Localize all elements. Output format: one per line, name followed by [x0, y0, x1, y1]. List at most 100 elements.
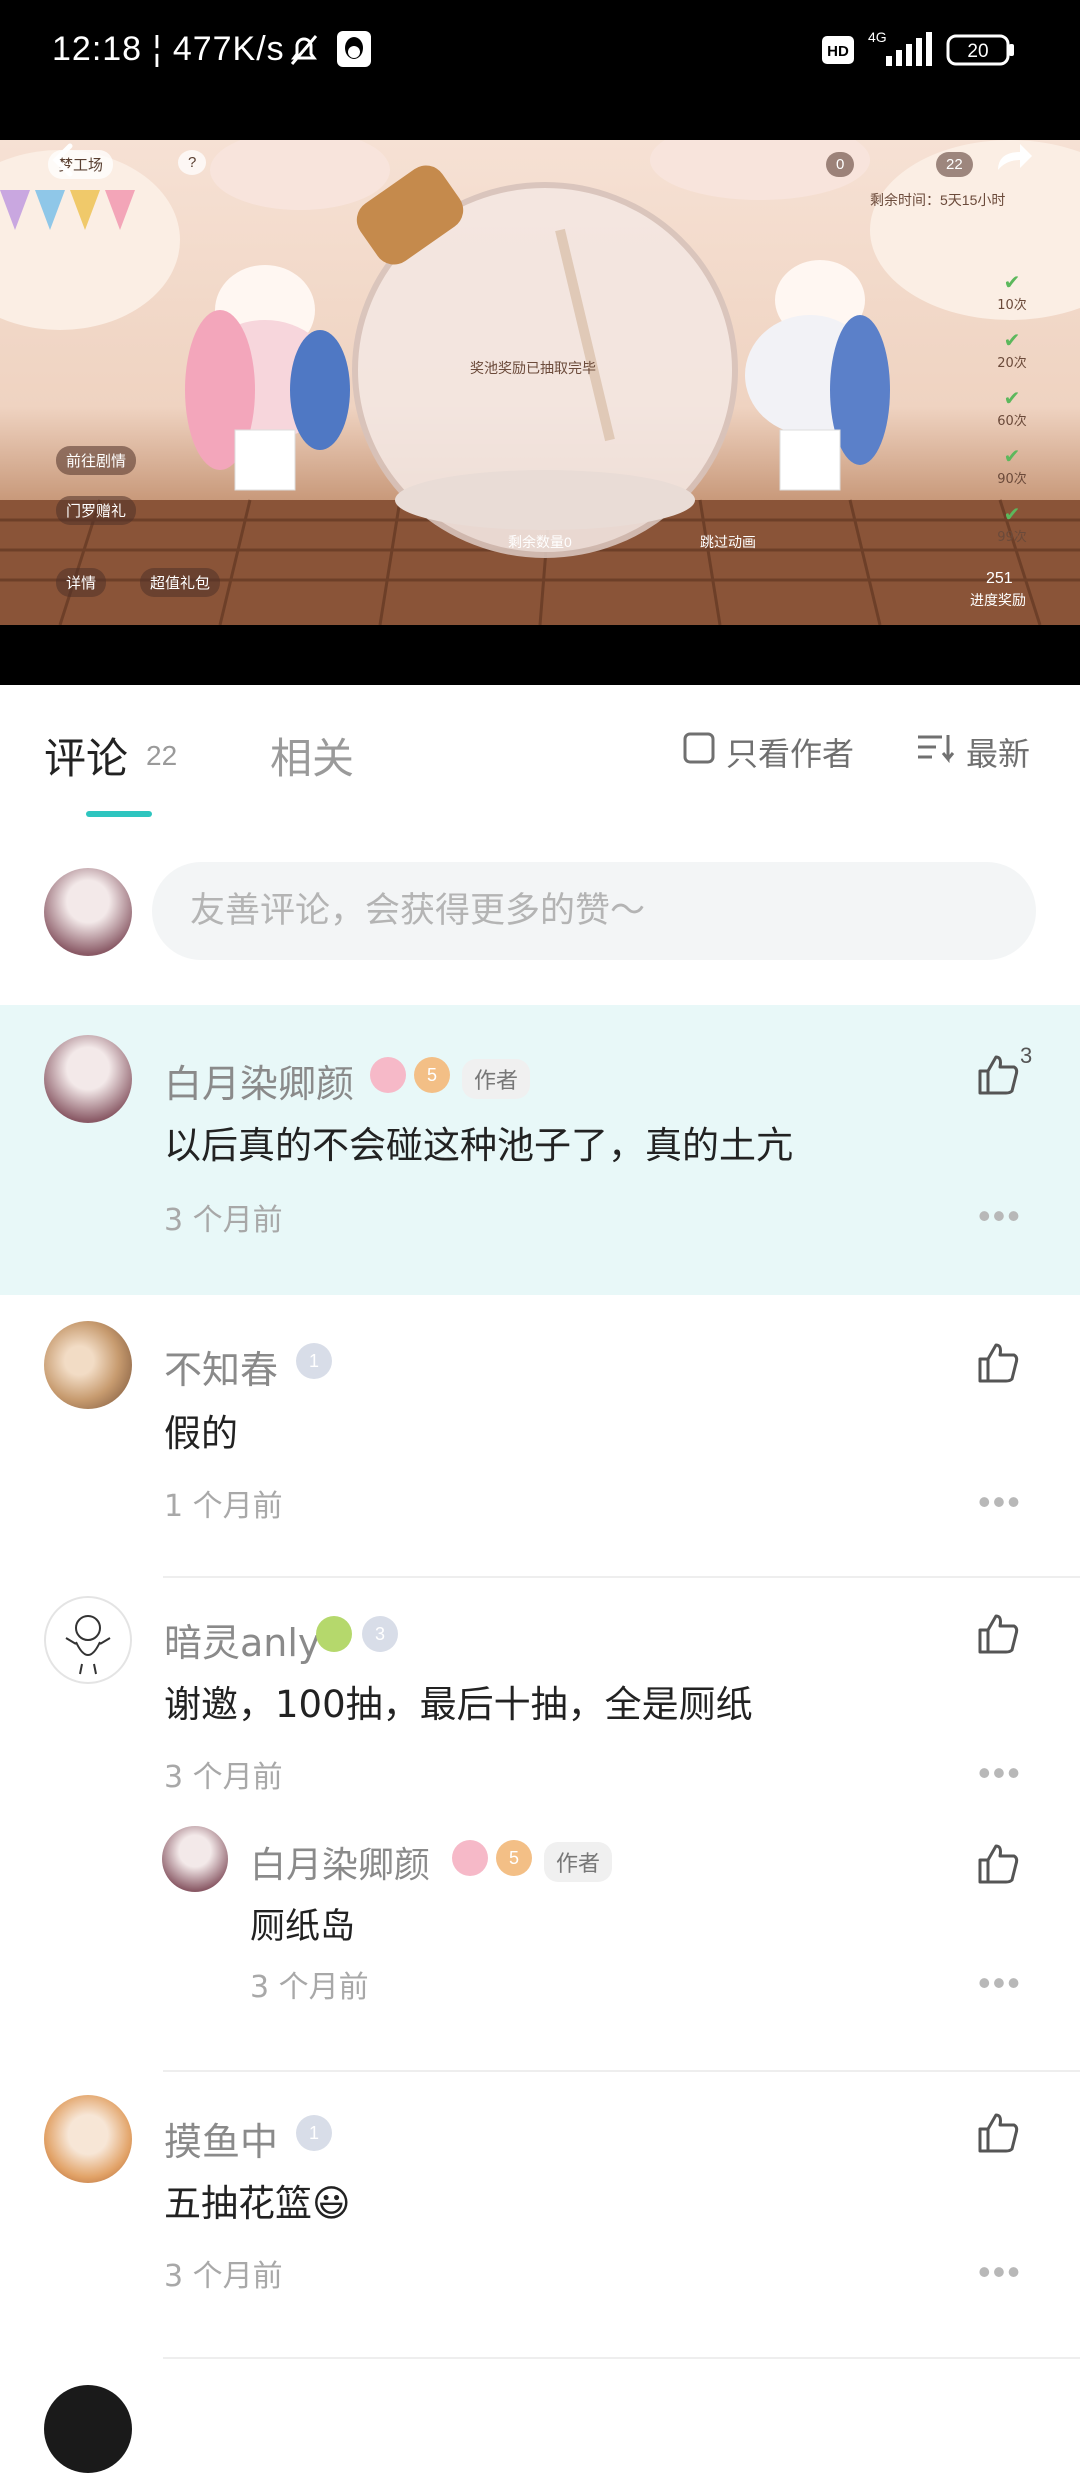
- progress-label: 进度奖励: [970, 592, 1026, 608]
- more-icon[interactable]: •••: [978, 1962, 1022, 2004]
- level-badge: 5: [414, 1057, 450, 1093]
- comment-text: 假的: [164, 1412, 238, 1455]
- milestone-item: ✔ 90次: [997, 444, 1027, 487]
- sketch-figure-icon: [65, 1615, 111, 1675]
- svg-text:4G: 4G: [868, 29, 887, 45]
- milestone-item: ✔ 20次: [997, 328, 1027, 371]
- milestone-list: ✔ 10次 ✔ 20次 ✔ 60次 ✔ 90次 ✔ 99次: [982, 270, 1042, 560]
- more-icon[interactable]: •••: [978, 1752, 1022, 1794]
- comment-text: 谢邀，100抽，最后十抽，全是厕纸: [164, 1683, 753, 1726]
- comment-item: 不知春 1 假的 1 个月前 •••: [0, 1295, 1080, 1585]
- author-only-filter[interactable]: 只看作者: [682, 729, 854, 775]
- qq-icon: [336, 30, 372, 73]
- svg-text:20: 20: [967, 41, 988, 62]
- commenter-name[interactable]: 摸鱼中: [164, 2111, 278, 2166]
- reply-item: 白月染卿颜 5 作者 厕纸岛 3 个月前 •••: [0, 1820, 1080, 2020]
- emoji-badge-icon: [316, 1616, 352, 1652]
- video-top-bar: [0, 100, 1080, 140]
- comment-time: 1 个月前: [164, 1489, 283, 1524]
- video-player[interactable]: 梦工场 ? 0 22 剩余时间：5天15小时 奖池奖励已抽取完毕 剩余数量0 跳…: [0, 140, 1080, 625]
- video-scene-art: [0, 140, 1080, 625]
- mute-bell-icon: [284, 30, 324, 75]
- comment-item: 暗灵anly 3 谢邀，100抽，最后十抽，全是厕纸 3 个月前 ••• 白月染…: [0, 1580, 1080, 2140]
- pack-button[interactable]: 超值礼包: [140, 568, 221, 597]
- commenter-name[interactable]: 白月染卿颜: [250, 1836, 430, 1888]
- like-icon[interactable]: [976, 2111, 1020, 2155]
- level-badge: 1: [296, 2115, 332, 2151]
- sort-icon: [916, 731, 956, 773]
- remaining-count: 剩余数量0: [508, 534, 572, 550]
- commenter-name[interactable]: 暗灵anly: [164, 1612, 320, 1667]
- like-icon[interactable]: [976, 1612, 1020, 1656]
- coin-a-counter: 0: [826, 152, 855, 177]
- share-icon[interactable]: [990, 140, 1034, 188]
- time-left: 剩余时间：5天15小时: [870, 192, 1006, 208]
- milestone-item: ✔ 60次: [997, 386, 1027, 429]
- skip-animation[interactable]: 跳过动画: [700, 532, 756, 552]
- divider: [163, 1576, 1080, 1578]
- level-badge: 3: [362, 1616, 398, 1652]
- milestone-item: ✔ 10次: [997, 270, 1027, 313]
- back-arrow-icon[interactable]: [44, 140, 84, 184]
- avatar[interactable]: [44, 2095, 132, 2183]
- tab-bar: 评论 22 相关 只看作者 最新: [0, 685, 1080, 817]
- like-icon[interactable]: [976, 1842, 1020, 1886]
- checkbox-icon[interactable]: [682, 731, 716, 773]
- avatar[interactable]: [44, 1596, 132, 1684]
- comment-time: 3 个月前: [164, 2259, 283, 2294]
- tab-comments[interactable]: 评论: [44, 725, 128, 786]
- avatar[interactable]: [162, 1826, 228, 1892]
- pool-status: 奖池奖励已抽取完毕: [470, 360, 596, 376]
- divider: [163, 2070, 1080, 2072]
- comment-text: 厕纸岛: [250, 1907, 356, 1947]
- video-bottom-bar: [0, 625, 1080, 685]
- tab-related[interactable]: 相关: [270, 725, 354, 786]
- badge-icon: [452, 1840, 488, 1876]
- more-icon[interactable]: •••: [978, 1481, 1022, 1523]
- comments-count: 22: [146, 740, 178, 771]
- gift-button[interactable]: 门罗赠礼: [56, 496, 137, 525]
- active-tab-indicator: [86, 811, 152, 817]
- comment-item: 摸鱼中 1 五抽花篮😃 3 个月前 •••: [0, 2075, 1080, 2365]
- badge-icon: [370, 1057, 406, 1093]
- more-icon[interactable]: •••: [978, 2251, 1022, 2293]
- detail-button[interactable]: 详情: [56, 568, 107, 597]
- status-time: 12:18 ¦ 477K/s: [52, 30, 285, 68]
- svg-text:HD: HD: [827, 43, 849, 60]
- author-tag: 作者: [544, 1842, 613, 1882]
- status-bar: 12:18 ¦ 477K/s HD 4G 20: [0, 0, 1080, 100]
- comment-input[interactable]: 友善评论，会获得更多的赞～: [152, 862, 1036, 960]
- comment-input-row: 友善评论，会获得更多的赞～: [0, 860, 1080, 970]
- author-tag: 作者: [462, 1059, 531, 1099]
- comment-text: 以后真的不会碰这种池子了，真的土亢: [164, 1124, 793, 1167]
- avatar[interactable]: [44, 2385, 132, 2473]
- level-badge: 1: [296, 1343, 332, 1379]
- comment-time: 3 个月前: [164, 1203, 283, 1238]
- milestone-item: ✔ 99次: [997, 502, 1027, 545]
- comment-text: 五抽花篮😃: [164, 2182, 351, 2225]
- hd-icon: HD: [822, 36, 854, 69]
- avatar[interactable]: [44, 1035, 132, 1123]
- coin-b-counter: 22: [936, 152, 973, 177]
- commenter-name[interactable]: 白月染卿颜: [164, 1053, 354, 1108]
- divider: [163, 2357, 1080, 2359]
- comment-time: 3 个月前: [164, 1760, 283, 1795]
- battery-icon: 20: [946, 34, 1016, 71]
- level-badge: 5: [496, 1840, 532, 1876]
- signal-icon: 4G: [866, 28, 934, 73]
- story-button[interactable]: 前往剧情: [56, 446, 137, 475]
- commenter-name[interactable]: 不知春: [164, 1339, 278, 1394]
- like-icon[interactable]: [976, 1053, 1020, 1097]
- like-icon[interactable]: [976, 1341, 1020, 1385]
- more-icon[interactable]: •••: [978, 1195, 1022, 1237]
- like-count: 3: [1020, 1043, 1033, 1068]
- avatar[interactable]: [44, 868, 132, 956]
- comment-item: 白月染卿颜 5 作者 以后真的不会碰这种池子了，真的土亢 3 个月前 3 •••: [0, 1005, 1080, 1295]
- comment-sheet: 评论 22 相关 只看作者 最新 友善评论，会获得更多的赞～ 白月染卿颜 5 作…: [0, 685, 1080, 2473]
- avatar[interactable]: [44, 1321, 132, 1409]
- author-only-label: 只看作者: [726, 735, 855, 773]
- progress-count: 251: [986, 570, 1013, 587]
- comment-time: 3 个月前: [250, 1970, 369, 2005]
- sort-label: 最新: [966, 735, 1031, 773]
- sort-button[interactable]: 最新: [916, 729, 1030, 775]
